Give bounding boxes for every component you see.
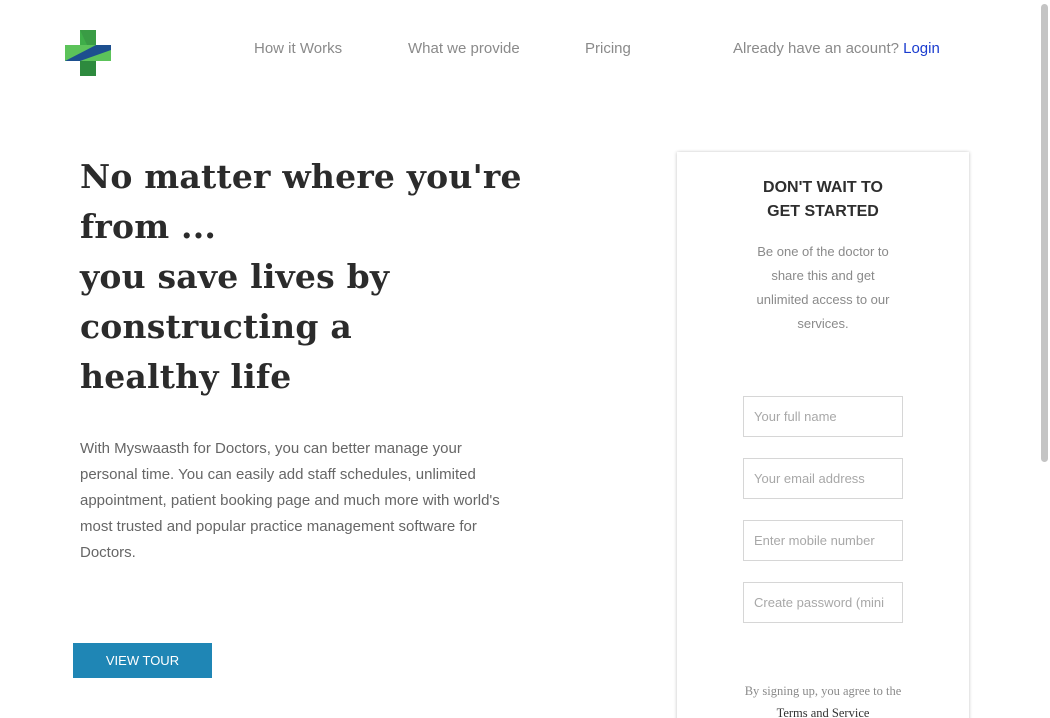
signup-title-line: GET STARTED <box>767 203 879 220</box>
nav-what-we-provide[interactable]: What we provide <box>408 39 520 59</box>
hero-line: healthy life <box>80 357 292 396</box>
mobile-input[interactable] <box>743 520 903 561</box>
account-prompt-text: Already have an acount? <box>733 40 899 57</box>
hero-line: from ... <box>80 207 217 246</box>
terms-prefix: By signing up, you agree to the <box>744 684 902 698</box>
hero-line: you save lives by <box>80 257 390 296</box>
scrollbar-thumb[interactable] <box>1041 4 1048 462</box>
signup-subtitle: Be one of the doctor to share this and g… <box>756 244 890 331</box>
email-input[interactable] <box>743 458 903 499</box>
password-input[interactable] <box>743 582 903 623</box>
signup-title: DON'T WAIT TO GET STARTED <box>677 176 969 224</box>
full-name-input[interactable] <box>743 396 903 437</box>
hero-line: constructing a <box>80 307 352 346</box>
hero-line: No matter where you're <box>80 157 522 196</box>
signup-panel: DON'T WAIT TO GET STARTED Be one of the … <box>677 152 969 718</box>
hero-heading: No matter where you're from ... you save… <box>80 152 522 402</box>
nav-how-it-works[interactable]: How it Works <box>254 39 342 59</box>
view-tour-button[interactable]: VIEW TOUR <box>73 643 212 678</box>
signup-title-line: DON'T WAIT TO <box>763 179 883 196</box>
login-link[interactable]: Login <box>903 40 940 57</box>
terms-notice: By signing up, you agree to the Terms an… <box>737 680 909 718</box>
terms-link[interactable]: Terms and Service <box>777 706 870 718</box>
medical-cross-logo-icon[interactable] <box>65 30 111 76</box>
nav-pricing[interactable]: Pricing <box>585 39 631 59</box>
hero-description: With Myswaasth for Doctors, you can bett… <box>80 440 500 561</box>
login-prompt: Already have an acount? Login <box>733 39 940 59</box>
